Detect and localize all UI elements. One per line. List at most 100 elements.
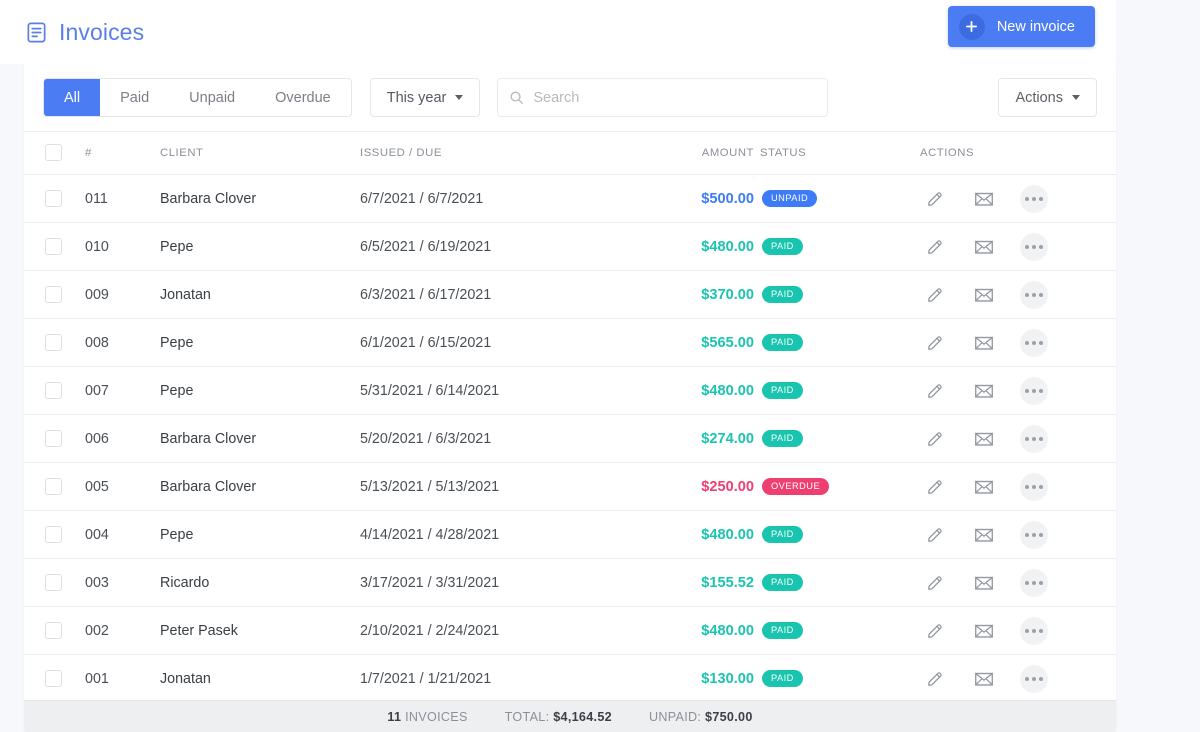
table-row[interactable]: 008 Pepe 6/1/2021 / 6/15/2021 $565.00 PAID (24, 318, 1116, 367)
row-select-cell (24, 558, 85, 607)
row-dates: 5/13/2021 / 5/13/2021 (360, 462, 645, 511)
row-actions-cell (920, 222, 1116, 271)
envelope-icon[interactable] (971, 666, 997, 692)
more-options-icon[interactable] (1020, 472, 1048, 501)
select-all-header (24, 131, 85, 175)
row-actions (920, 616, 1116, 645)
envelope-icon[interactable] (971, 474, 997, 500)
filter-tab-overdue[interactable]: Overdue (255, 79, 351, 116)
footer-unpaid-value: $750.00 (705, 709, 753, 724)
pencil-icon[interactable] (922, 474, 948, 500)
row-number: 009 (85, 270, 160, 319)
envelope-icon[interactable] (971, 618, 997, 644)
table-row[interactable]: 003 Ricardo 3/17/2021 / 3/31/2021 $155.52 PA… (24, 558, 1116, 607)
actions-dropdown-label: Actions (1015, 89, 1063, 106)
row-status-cell: PAID (760, 366, 920, 415)
column-header-client: CLIENT (160, 131, 360, 175)
pencil-icon[interactable] (922, 234, 948, 260)
row-actions-cell (920, 558, 1116, 607)
row-client: Jonatan (160, 654, 360, 703)
more-options-icon[interactable] (1020, 664, 1048, 693)
row-select-cell (24, 462, 85, 511)
row-checkbox[interactable] (45, 526, 62, 543)
filter-tab-unpaid[interactable]: Unpaid (169, 79, 255, 116)
row-checkbox[interactable] (45, 670, 62, 687)
actions-dropdown[interactable]: Actions (998, 78, 1097, 117)
row-status-cell: PAID (760, 414, 920, 463)
row-dates: 2/10/2021 / 2/24/2021 (360, 606, 645, 655)
pencil-icon[interactable] (922, 378, 948, 404)
row-client: Jonatan (160, 270, 360, 319)
pencil-icon[interactable] (922, 618, 948, 644)
row-dates: 1/7/2021 / 1/21/2021 (360, 654, 645, 703)
row-checkbox[interactable] (45, 286, 62, 303)
new-invoice-button[interactable]: New invoice (947, 6, 1095, 47)
more-options-icon[interactable] (1020, 376, 1048, 405)
more-options-icon[interactable] (1020, 280, 1048, 309)
footer-unpaid: UNPAID: $750.00 (649, 710, 753, 724)
more-options-icon[interactable] (1020, 328, 1048, 357)
row-dates: 6/7/2021 / 6/7/2021 (360, 174, 645, 223)
row-checkbox[interactable] (45, 574, 62, 591)
table-row[interactable]: 005 Barbara Clover 5/13/2021 / 5/13/2021 $2… (24, 462, 1116, 511)
table-row[interactable]: 007 Pepe 5/31/2021 / 6/14/2021 $480.00 PAID (24, 366, 1116, 415)
row-actions (920, 424, 1116, 453)
pencil-icon[interactable] (922, 570, 948, 596)
footer-invoice-count: 11 INVOICES (387, 710, 467, 724)
table-row[interactable]: 006 Barbara Clover 5/20/2021 / 6/3/2021 $27… (24, 414, 1116, 463)
row-select-cell (24, 174, 85, 223)
filter-tab-paid[interactable]: Paid (100, 79, 169, 116)
envelope-icon[interactable] (971, 330, 997, 356)
table-row[interactable]: 004 Pepe 4/14/2021 / 4/28/2021 $480.00 PAID (24, 510, 1116, 559)
column-header-dates: ISSUED / DUE (360, 131, 645, 175)
row-checkbox[interactable] (45, 382, 62, 399)
pencil-icon[interactable] (922, 282, 948, 308)
table-row[interactable]: 010 Pepe 6/5/2021 / 6/19/2021 $480.00 PAID (24, 222, 1116, 271)
envelope-icon[interactable] (971, 378, 997, 404)
row-number: 011 (85, 174, 160, 223)
column-header-status: STATUS (760, 131, 920, 175)
status-badge: PAID (762, 670, 803, 687)
envelope-icon[interactable] (971, 282, 997, 308)
envelope-icon[interactable] (971, 570, 997, 596)
table-row[interactable]: 001 Jonatan 1/7/2021 / 1/21/2021 $130.00 PAI… (24, 654, 1116, 703)
row-client: Pepe (160, 366, 360, 415)
footer-unpaid-label: UNPAID: (648, 709, 702, 724)
row-number: 006 (85, 414, 160, 463)
table-row[interactable]: 011 Barbara Clover 6/7/2021 / 6/7/2021 $500… (24, 174, 1116, 223)
table-row[interactable]: 009 Jonatan 6/3/2021 / 6/17/2021 $370.00 PAI… (24, 270, 1116, 319)
more-options-icon[interactable] (1020, 520, 1048, 549)
row-checkbox[interactable] (45, 622, 62, 639)
pencil-icon[interactable] (922, 426, 948, 452)
filter-tab-all[interactable]: All (44, 79, 101, 116)
row-checkbox[interactable] (45, 478, 62, 495)
more-options-icon[interactable] (1020, 616, 1048, 645)
chevron-down-icon (1072, 95, 1080, 100)
new-invoice-label: New invoice (996, 18, 1075, 35)
envelope-icon[interactable] (971, 234, 997, 260)
search-box[interactable] (497, 78, 829, 117)
select-all-checkbox[interactable] (45, 144, 62, 161)
row-checkbox[interactable] (45, 190, 62, 207)
footer-total: TOTAL: $4,164.52 (505, 710, 612, 724)
search-input[interactable] (533, 89, 817, 106)
row-status-cell: PAID (760, 510, 920, 559)
envelope-icon[interactable] (971, 186, 997, 212)
more-options-icon[interactable] (1020, 424, 1048, 453)
row-checkbox[interactable] (45, 334, 62, 351)
row-checkbox[interactable] (45, 430, 62, 447)
envelope-icon[interactable] (971, 522, 997, 548)
envelope-icon[interactable] (971, 426, 997, 452)
more-options-icon[interactable] (1020, 184, 1048, 213)
footer-count-value: 11 (387, 709, 402, 724)
more-options-icon[interactable] (1020, 232, 1048, 261)
more-options-icon[interactable] (1020, 568, 1048, 597)
table-row[interactable]: 002 Peter Pasek 2/10/2021 / 2/24/2021 $480.… (24, 606, 1116, 655)
pencil-icon[interactable] (922, 186, 948, 212)
period-dropdown[interactable]: This year (369, 78, 481, 117)
pencil-icon[interactable] (922, 666, 948, 692)
pencil-icon[interactable] (922, 522, 948, 548)
row-checkbox[interactable] (45, 238, 62, 255)
pencil-icon[interactable] (922, 330, 948, 356)
row-select-cell (24, 270, 85, 319)
